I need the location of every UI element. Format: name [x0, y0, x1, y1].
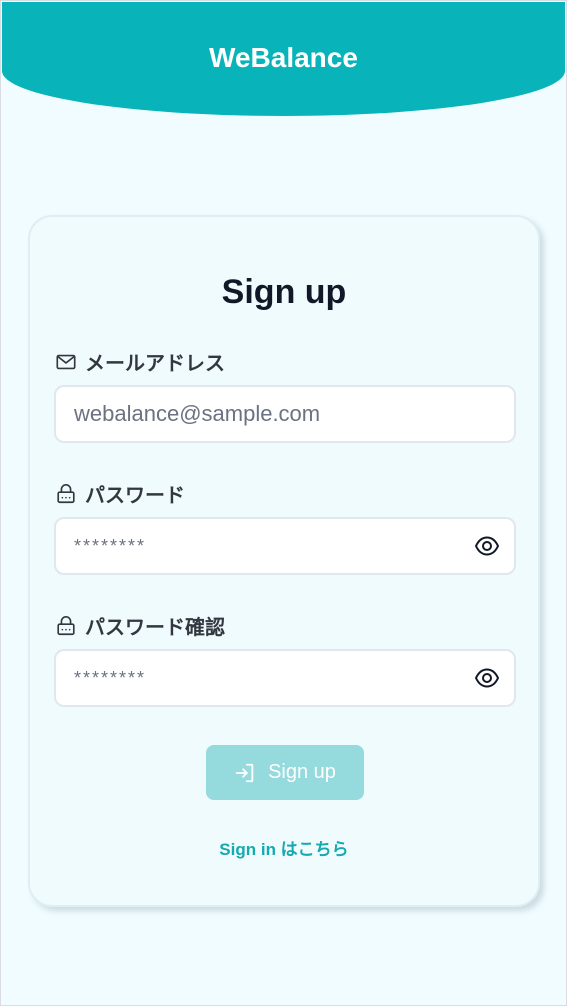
password-confirm-label-text: パスワード確認 [85, 617, 225, 639]
lock-icon [57, 483, 75, 503]
eye-icon[interactable] [474, 535, 500, 557]
signin-link[interactable]: Sign in はこちら [30, 835, 538, 860]
eye-icon[interactable] [474, 667, 500, 689]
password-field-box [54, 517, 516, 575]
sign-in-icon [235, 763, 254, 782]
email-label: メールアドレス [55, 347, 225, 376]
email-field-box [54, 385, 516, 443]
mail-icon [56, 354, 76, 369]
password-label: パスワード [55, 479, 185, 508]
page-title: Sign up [221, 273, 347, 311]
app-header: WeBalance [2, 2, 565, 116]
password-label-text: パスワード [85, 485, 185, 507]
email-field[interactable] [56, 387, 514, 441]
password-confirm-label: パスワード確認 [55, 611, 225, 640]
email-label-text: メールアドレス [85, 353, 225, 375]
app-title: WeBalance [209, 42, 358, 73]
signup-card: Sign up メールアドレス パスワード [28, 215, 540, 907]
lock-icon [57, 615, 75, 635]
password-confirm-field[interactable] [56, 651, 514, 705]
signup-button-label: Sign up [268, 761, 336, 783]
password-field[interactable] [56, 519, 514, 573]
signup-button[interactable]: Sign up [206, 745, 364, 800]
password-confirm-field-box [54, 649, 516, 707]
